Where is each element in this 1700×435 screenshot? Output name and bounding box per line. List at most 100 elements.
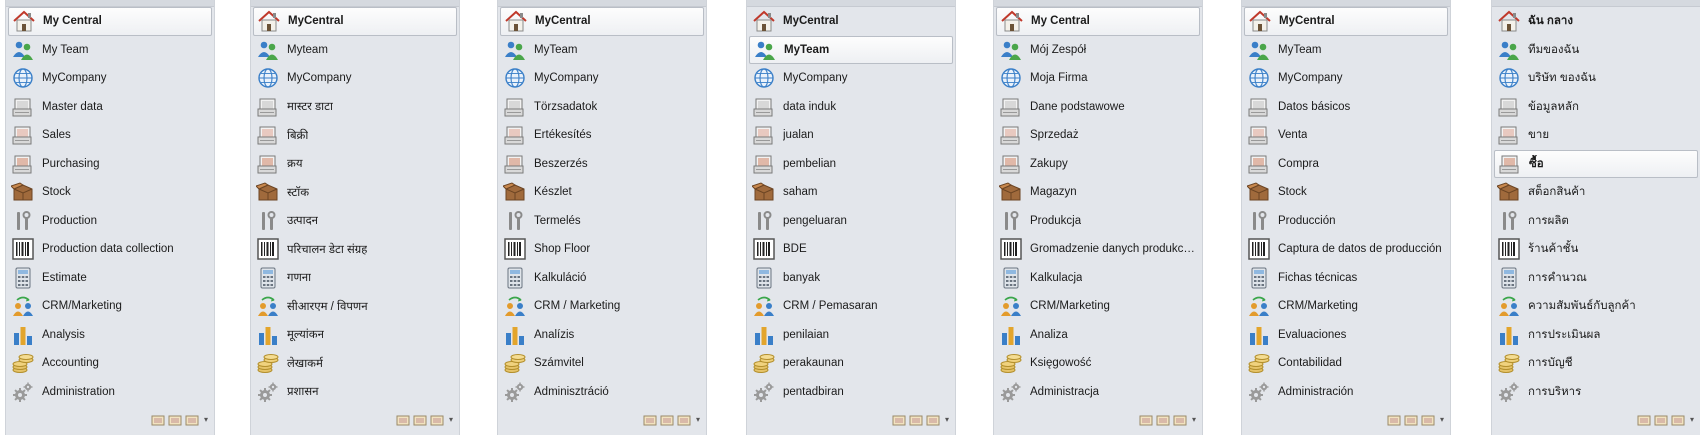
nav-item-analysis[interactable]: Analysis	[8, 321, 212, 350]
nav-item-master-data[interactable]: Dane podstawowe	[996, 93, 1200, 122]
mini-folder-icon[interactable]	[1387, 413, 1401, 426]
nav-item-accounting[interactable]: การบัญชี	[1494, 349, 1698, 378]
nav-item-data-collection[interactable]: Shop Floor	[500, 235, 704, 264]
nav-item-home[interactable]: MyCentral	[1244, 7, 1448, 36]
nav-item-stock[interactable]: Stock	[8, 178, 212, 207]
mini-folder-icon[interactable]	[413, 413, 427, 426]
nav-item-production[interactable]: การผลิต	[1494, 207, 1698, 236]
nav-item-analysis[interactable]: Analiza	[996, 321, 1200, 350]
nav-item-home[interactable]: MyCentral	[253, 7, 457, 36]
nav-item-sales[interactable]: Sales	[8, 121, 212, 150]
nav-item-team[interactable]: ทีมของฉัน	[1494, 36, 1698, 65]
chevron-down-icon[interactable]: ▾	[204, 415, 208, 424]
nav-item-production[interactable]: pengeluaran	[749, 207, 953, 236]
nav-item-accounting[interactable]: perakaunan	[749, 349, 953, 378]
nav-item-globe[interactable]: MyCompany	[749, 64, 953, 93]
nav-item-accounting[interactable]: Accounting	[8, 349, 212, 378]
nav-item-analysis[interactable]: penilaian	[749, 321, 953, 350]
nav-item-sales[interactable]: Venta	[1244, 121, 1448, 150]
nav-item-home[interactable]: My Central	[996, 7, 1200, 36]
nav-item-administration[interactable]: Adminisztráció	[500, 378, 704, 407]
nav-item-accounting[interactable]: Contabilidad	[1244, 349, 1448, 378]
nav-item-sales[interactable]: Értékesítés	[500, 121, 704, 150]
mini-folder-icon[interactable]	[430, 413, 444, 426]
nav-item-administration[interactable]: การบริหาร	[1494, 378, 1698, 407]
nav-item-administration[interactable]: Administracja	[996, 378, 1200, 407]
nav-item-globe[interactable]: บริษัท ของฉัน	[1494, 64, 1698, 93]
mini-folder-icon[interactable]	[892, 413, 906, 426]
nav-item-accounting[interactable]: Księgowość	[996, 349, 1200, 378]
nav-item-calculator[interactable]: การคำนวณ	[1494, 264, 1698, 293]
mini-folder-icon[interactable]	[1671, 413, 1685, 426]
nav-item-production[interactable]: Production	[8, 207, 212, 236]
nav-item-data-collection[interactable]: BDE	[749, 235, 953, 264]
nav-item-master-data[interactable]: Master data	[8, 93, 212, 122]
mini-folder-icon[interactable]	[1156, 413, 1170, 426]
nav-item-administration[interactable]: pentadbiran	[749, 378, 953, 407]
nav-item-crm[interactable]: CRM/Marketing	[8, 292, 212, 321]
nav-item-data-collection[interactable]: Gromadzenie danych produkcyjnych	[996, 235, 1200, 264]
nav-item-globe[interactable]: MyCompany	[1244, 64, 1448, 93]
nav-item-sales[interactable]: Sprzedaż	[996, 121, 1200, 150]
nav-item-globe[interactable]: MyCompany	[253, 64, 457, 93]
mini-folder-icon[interactable]	[909, 413, 923, 426]
chevron-down-icon[interactable]: ▾	[1440, 415, 1444, 424]
nav-item-team[interactable]: Mój Zespół	[996, 36, 1200, 65]
nav-item-calculator[interactable]: गणना	[253, 264, 457, 293]
nav-item-home[interactable]: ฉัน กลาง	[1494, 7, 1698, 36]
nav-item-analysis[interactable]: मूल्यांकन	[253, 321, 457, 350]
nav-item-calculator[interactable]: banyak	[749, 264, 953, 293]
nav-item-purchasing[interactable]: Compra	[1244, 150, 1448, 179]
nav-item-production[interactable]: Termelés	[500, 207, 704, 236]
nav-item-globe[interactable]: MyCompany	[8, 64, 212, 93]
nav-item-stock[interactable]: स्टॉक	[253, 178, 457, 207]
nav-item-team[interactable]: My Team	[8, 36, 212, 65]
nav-item-team[interactable]: MyTeam	[749, 35, 953, 64]
nav-item-stock[interactable]: สต็อกสินค้า	[1494, 178, 1698, 207]
mini-folder-icon[interactable]	[643, 413, 657, 426]
mini-folder-icon[interactable]	[168, 413, 182, 426]
mini-folder-icon[interactable]	[151, 413, 165, 426]
nav-item-purchasing[interactable]: Purchasing	[8, 150, 212, 179]
nav-item-analysis[interactable]: Analízis	[500, 321, 704, 350]
mini-folder-icon[interactable]	[677, 413, 691, 426]
chevron-down-icon[interactable]: ▾	[449, 415, 453, 424]
mini-folder-icon[interactable]	[1139, 413, 1153, 426]
mini-folder-icon[interactable]	[926, 413, 940, 426]
chevron-down-icon[interactable]: ▾	[1192, 415, 1196, 424]
mini-folder-icon[interactable]	[1404, 413, 1418, 426]
nav-item-master-data[interactable]: data induk	[749, 93, 953, 122]
nav-item-accounting[interactable]: लेखाकर्म	[253, 349, 457, 378]
mini-folder-icon[interactable]	[185, 413, 199, 426]
nav-item-globe[interactable]: MyCompany	[500, 64, 704, 93]
chevron-down-icon[interactable]: ▾	[1690, 415, 1694, 424]
chevron-down-icon[interactable]: ▾	[696, 415, 700, 424]
mini-folder-icon[interactable]	[1173, 413, 1187, 426]
nav-item-purchasing[interactable]: Zakupy	[996, 150, 1200, 179]
nav-item-data-collection[interactable]: Captura de datos de producción	[1244, 235, 1448, 264]
nav-item-team[interactable]: MyTeam	[1244, 36, 1448, 65]
nav-item-administration[interactable]: Administración	[1244, 378, 1448, 407]
nav-item-team[interactable]: Myteam	[253, 36, 457, 65]
nav-item-crm[interactable]: CRM / Pemasaran	[749, 292, 953, 321]
nav-item-purchasing[interactable]: pembelian	[749, 150, 953, 179]
nav-item-sales[interactable]: jualan	[749, 121, 953, 150]
mini-folder-icon[interactable]	[1654, 413, 1668, 426]
nav-item-calculator[interactable]: Kalkulacja	[996, 264, 1200, 293]
mini-folder-icon[interactable]	[660, 413, 674, 426]
nav-item-master-data[interactable]: मास्टर डाटा	[253, 93, 457, 122]
nav-item-data-collection[interactable]: Production data collection	[8, 235, 212, 264]
nav-item-stock[interactable]: Stock	[1244, 178, 1448, 207]
nav-item-crm[interactable]: CRM / Marketing	[500, 292, 704, 321]
nav-item-production[interactable]: Produkcja	[996, 207, 1200, 236]
nav-item-master-data[interactable]: ข้อมูลหลัก	[1494, 93, 1698, 122]
nav-item-master-data[interactable]: Törzsadatok	[500, 93, 704, 122]
nav-item-purchasing[interactable]: ซื้อ	[1494, 149, 1698, 178]
nav-item-sales[interactable]: बिक्री	[253, 121, 457, 150]
nav-item-calculator[interactable]: Kalkuláció	[500, 264, 704, 293]
nav-item-stock[interactable]: Magazyn	[996, 178, 1200, 207]
nav-item-calculator[interactable]: Fichas técnicas	[1244, 264, 1448, 293]
nav-item-crm[interactable]: ความสัมพันธ์กับลูกค้า	[1494, 292, 1698, 321]
nav-item-purchasing[interactable]: क्रय	[253, 150, 457, 179]
nav-item-production[interactable]: उत्पादन	[253, 207, 457, 236]
